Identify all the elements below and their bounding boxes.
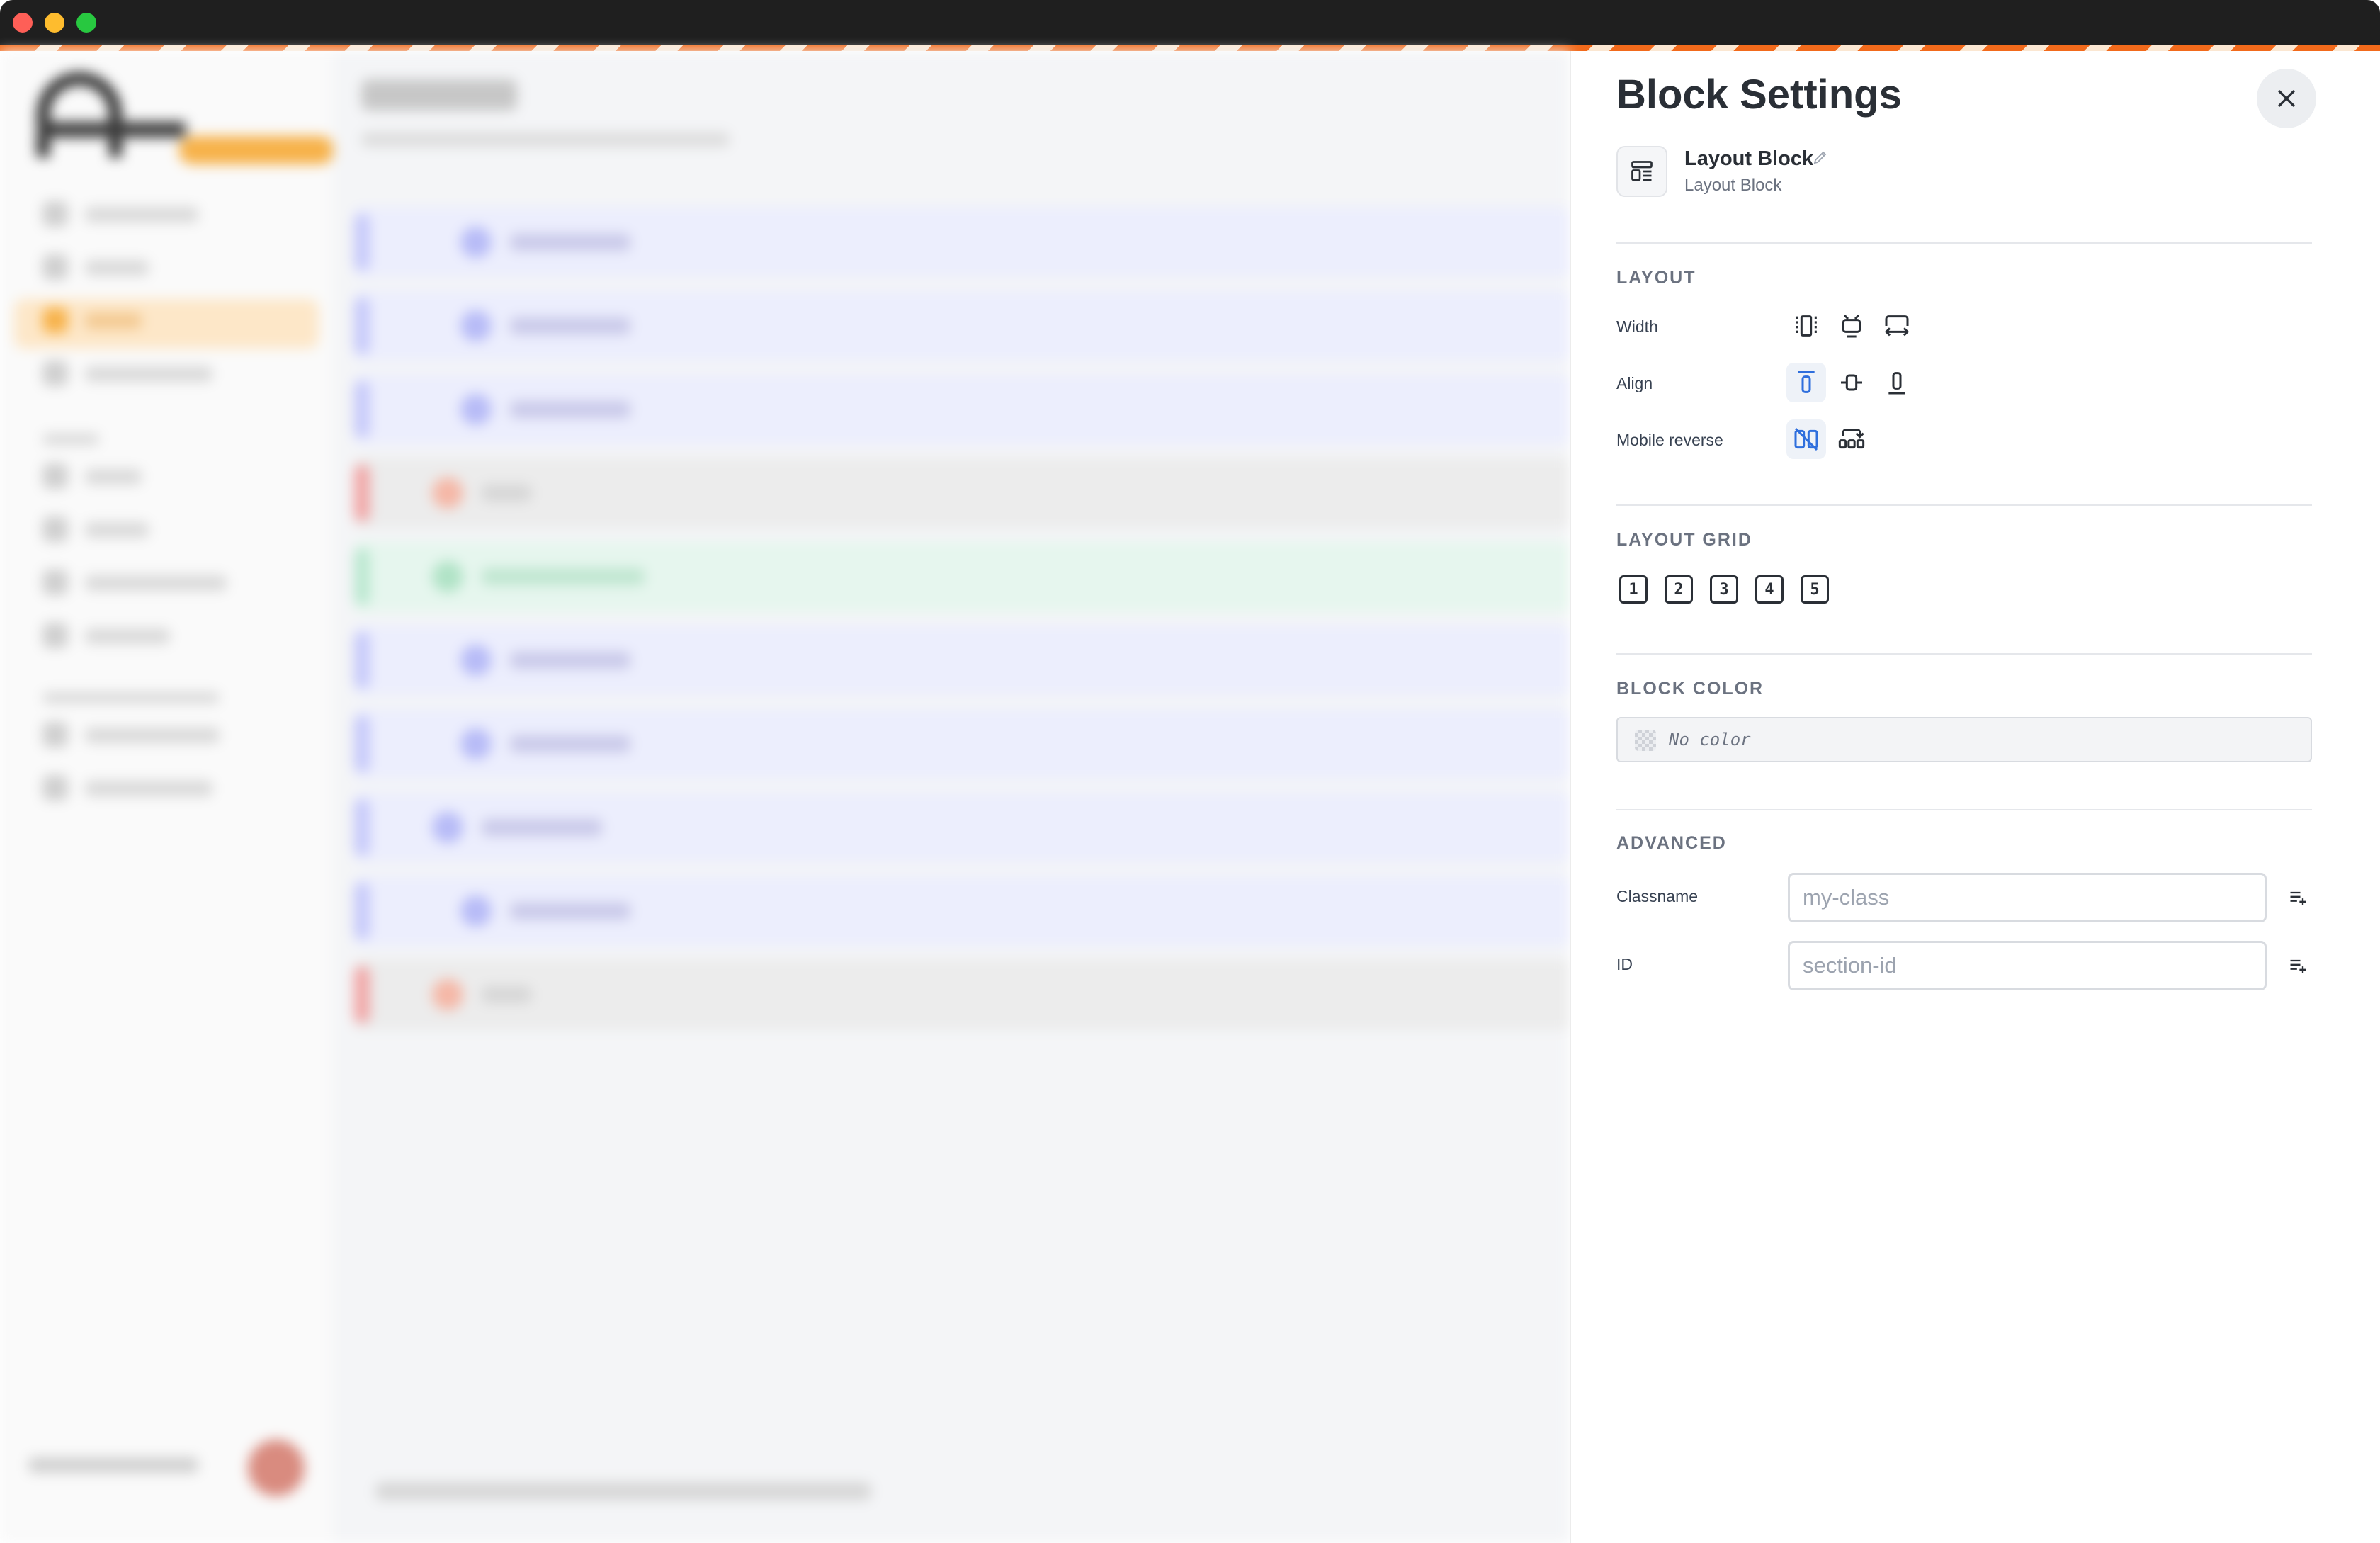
grid-option-5[interactable]: 5: [1801, 575, 1829, 604]
window-minimize-button[interactable]: [45, 13, 64, 33]
mobile-reverse-label: Mobile reverse: [1616, 431, 1723, 449]
block-color-section-label: BLOCK COLOR: [1616, 679, 1764, 699]
window-zoom-button[interactable]: [76, 13, 96, 33]
brand-stripe: [0, 45, 2380, 51]
align-bottom-icon: [1888, 372, 1905, 395]
classname-input[interactable]: [1788, 873, 2267, 922]
layout-grid-section-label: LAYOUT GRID: [1616, 530, 1752, 550]
align-top-button[interactable]: [1786, 363, 1826, 402]
classname-label: Classname: [1616, 887, 1699, 905]
width-full-button[interactable]: [1877, 306, 1917, 346]
reverse-button[interactable]: [1832, 419, 1871, 459]
id-input[interactable]: [1788, 941, 2267, 990]
avatar: [248, 1440, 305, 1496]
layout-block-icon: [1616, 146, 1667, 197]
align-bottom-button[interactable]: [1877, 363, 1917, 402]
background-main: [333, 51, 1570, 1543]
id-label: ID: [1616, 955, 1633, 973]
blurred-background-app: [0, 51, 1570, 1543]
width-narrow-icon: [1796, 315, 1817, 337]
grid-option-4[interactable]: 4: [1755, 575, 1784, 604]
reverse-icon: [1838, 429, 1865, 449]
id-suggest-button[interactable]: [2284, 951, 2312, 980]
app-logo: [37, 72, 334, 164]
block-color-picker[interactable]: No color: [1616, 717, 2312, 762]
playlist-add-icon: [2290, 959, 2306, 973]
grid-option-1[interactable]: 1: [1619, 575, 1648, 604]
close-icon: [2278, 90, 2295, 107]
width-full-icon: [1884, 315, 1910, 337]
background-sidebar: [0, 51, 334, 1543]
no-reverse-icon: [1794, 427, 1818, 451]
layout-section-label: LAYOUT: [1616, 268, 1696, 288]
divider: [1616, 504, 2312, 506]
width-label: Width: [1616, 317, 1658, 336]
divider: [1616, 242, 2312, 244]
block-settings-panel: Block Settings Layout Block Layout Block…: [1570, 51, 2380, 1543]
grid-option-2[interactable]: 2: [1665, 575, 1693, 604]
block-name: Layout Block: [1684, 147, 1814, 170]
divider: [1616, 653, 2312, 655]
align-center-icon: [1841, 374, 1862, 391]
edit-pencil-icon[interactable]: [1812, 149, 1829, 169]
block-color-value: No color: [1669, 730, 1751, 750]
width-narrow-button[interactable]: [1786, 306, 1826, 346]
playlist-add-icon: [2290, 891, 2306, 905]
transparent-swatch-icon: [1635, 730, 1656, 751]
width-medium-icon: [1842, 314, 1862, 338]
panel-title: Block Settings: [1616, 72, 1902, 118]
grid-option-3[interactable]: 3: [1710, 575, 1738, 604]
divider: [1616, 809, 2312, 810]
advanced-section-label: ADVANCED: [1616, 833, 1727, 853]
window-titlebar: [0, 0, 2380, 45]
width-medium-button[interactable]: [1832, 306, 1871, 346]
no-reverse-button[interactable]: [1786, 419, 1826, 459]
classname-suggest-button[interactable]: [2284, 883, 2312, 912]
align-top-icon: [1798, 371, 1815, 393]
align-center-button[interactable]: [1832, 363, 1871, 402]
align-label: Align: [1616, 374, 1653, 392]
window-close-button[interactable]: [13, 13, 33, 33]
block-type: Layout Block: [1684, 176, 1782, 195]
close-button[interactable]: [2257, 69, 2316, 128]
